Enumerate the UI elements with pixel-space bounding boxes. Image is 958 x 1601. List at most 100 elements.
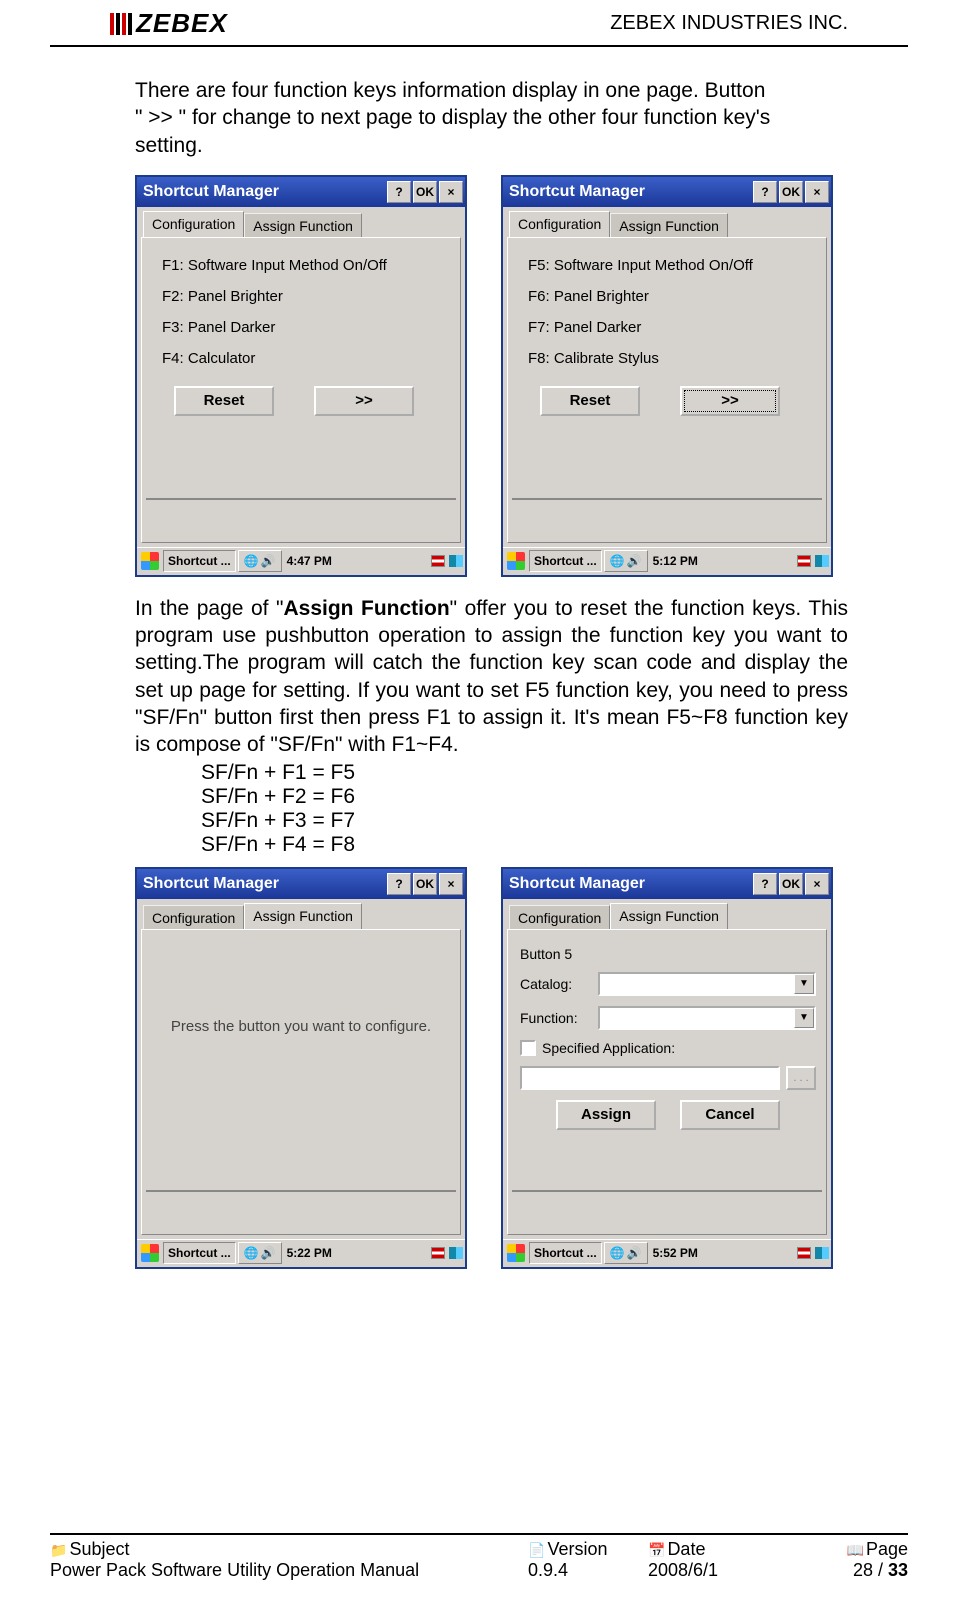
brand-logo: ZEBEX [110,8,228,39]
tray [431,1246,463,1261]
tabstrip: Configuration Assign Function [137,207,465,237]
close-button[interactable]: × [805,873,829,895]
map-row: SF/Fn + F3 = F7 [201,809,848,833]
spec-app-checkbox[interactable] [520,1040,536,1056]
tab-configuration[interactable]: Configuration [509,211,610,237]
map-row: SF/Fn + F2 = F6 [201,785,848,809]
tab-assign-function[interactable]: Assign Function [610,903,728,929]
sip-icon[interactable] [431,1247,445,1259]
next-page-button[interactable]: >> [314,386,414,416]
chevron-down-icon: ▼ [794,1008,814,1028]
help-button[interactable]: ? [387,181,411,203]
footer-version-label: Version [547,1539,607,1559]
catalog-label: Catalog: [520,976,598,992]
map-row: SF/Fn + F4 = F8 [201,833,848,857]
assign-button[interactable]: Assign [556,1100,656,1130]
reset-button[interactable]: Reset [540,386,640,416]
fk-row: F5: Software Input Method On/Off [528,250,816,281]
shortcut-dialog-page1: Shortcut Manager ? OK × Configuration As… [135,175,467,577]
map-row: SF/Fn + F1 = F5 [201,761,848,785]
statusbar [512,498,822,510]
sip-icon[interactable] [431,555,445,567]
dialog-row-1: Shortcut Manager ? OK × Configuration As… [135,175,848,577]
footer-page-label: Page [866,1539,908,1559]
tray-icons[interactable]: 🌐🔊 [238,1242,282,1264]
taskbar-app[interactable]: Shortcut ... [529,1242,602,1264]
start-icon[interactable] [507,552,525,570]
tray-icons[interactable]: 🌐🔊 [604,1242,648,1264]
tab-assign-function[interactable]: Assign Function [244,903,362,929]
fk-row: F7: Panel Darker [528,312,816,343]
version-icon: 📄 [528,1542,545,1558]
titlebar: Shortcut Manager ? OK × [503,869,831,899]
footer-page-value: 28 / 33 [808,1560,908,1581]
start-icon[interactable] [507,1244,525,1262]
function-combo[interactable]: ▼ [598,1006,816,1030]
shortcut-dialog-page2: Shortcut Manager ? OK × Configuration As… [501,175,833,577]
p2-b: " offer you to reset the function keys. … [135,597,848,756]
reset-button[interactable]: Reset [174,386,274,416]
tab-configuration[interactable]: Configuration [509,905,610,929]
net-icon[interactable] [449,555,463,567]
shortcut-dialog-assign-prompt: Shortcut Manager ? OK × Configuration As… [135,867,467,1269]
taskbar-app[interactable]: Shortcut ... [163,1242,236,1264]
tray-icons[interactable]: 🌐🔊 [238,550,282,572]
net-icon[interactable] [815,555,829,567]
catalog-combo[interactable]: ▼ [598,972,816,996]
titlebar: Shortcut Manager ? OK × [137,177,465,207]
ok-button[interactable]: OK [413,873,437,895]
start-icon[interactable] [141,1244,159,1262]
taskbar: Shortcut ... 🌐🔊 4:47 PM [137,547,465,575]
taskbar: Shortcut ... 🌐🔊 5:12 PM [503,547,831,575]
sip-icon[interactable] [797,1247,811,1259]
browse-button[interactable]: . . . [786,1066,816,1090]
help-button[interactable]: ? [753,181,777,203]
tab-assign-function[interactable]: Assign Function [244,213,362,237]
para1-l1: There are four function keys information… [135,79,765,102]
help-button[interactable]: ? [387,873,411,895]
close-button[interactable]: × [439,873,463,895]
tab-assign-function[interactable]: Assign Function [610,213,728,237]
taskbar: Shortcut ... 🌐🔊 5:22 PM [137,1239,465,1267]
shortcut-dialog-assign-form: Shortcut Manager ? OK × Configuration As… [501,867,833,1269]
net-icon[interactable] [449,1247,463,1259]
function-key-list: F1: Software Input Method On/Off F2: Pan… [142,238,460,378]
logo-bars-icon [110,13,132,35]
dialog-title: Shortcut Manager [143,875,385,893]
next-page-button[interactable]: >> [680,386,780,416]
tray-icons[interactable]: 🌐🔊 [604,550,648,572]
titlebar: Shortcut Manager ? OK × [137,869,465,899]
chevron-down-icon: ▼ [794,974,814,994]
tab-body: Button 5 Catalog: ▼ Function: ▼ Specifie… [507,929,827,1235]
tab-body: Press the button you want to configure. [141,929,461,1235]
dialog-title: Shortcut Manager [509,183,751,201]
spec-app-path[interactable] [520,1066,780,1090]
net-icon[interactable] [815,1247,829,1259]
fk-row: F4: Calculator [162,343,450,374]
start-icon[interactable] [141,552,159,570]
close-button[interactable]: × [439,181,463,203]
ok-button[interactable]: OK [413,181,437,203]
tray [797,1246,829,1261]
clock: 5:52 PM [650,1246,701,1260]
p2-bold: Assign Function [283,597,449,620]
para1-l3: setting. [135,134,203,157]
para1-l2: " >> " for change to next page to displa… [135,106,770,129]
dialog-title: Shortcut Manager [143,183,385,201]
assign-paragraph: In the page of "Assign Function" offer y… [135,595,848,759]
spec-app-label: Specified Application: [542,1040,675,1056]
ok-button[interactable]: OK [779,873,803,895]
close-button[interactable]: × [805,181,829,203]
taskbar-app[interactable]: Shortcut ... [163,550,236,572]
tab-configuration[interactable]: Configuration [143,211,244,237]
taskbar-app[interactable]: Shortcut ... [529,550,602,572]
ok-button[interactable]: OK [779,181,803,203]
intro-paragraph: There are four function keys information… [135,77,848,159]
tabstrip: Configuration Assign Function [503,207,831,237]
cancel-button[interactable]: Cancel [680,1100,780,1130]
help-button[interactable]: ? [753,873,777,895]
statusbar [146,1190,456,1202]
tab-configuration[interactable]: Configuration [143,905,244,929]
function-key-list: F5: Software Input Method On/Off F6: Pan… [508,238,826,378]
sip-icon[interactable] [797,555,811,567]
